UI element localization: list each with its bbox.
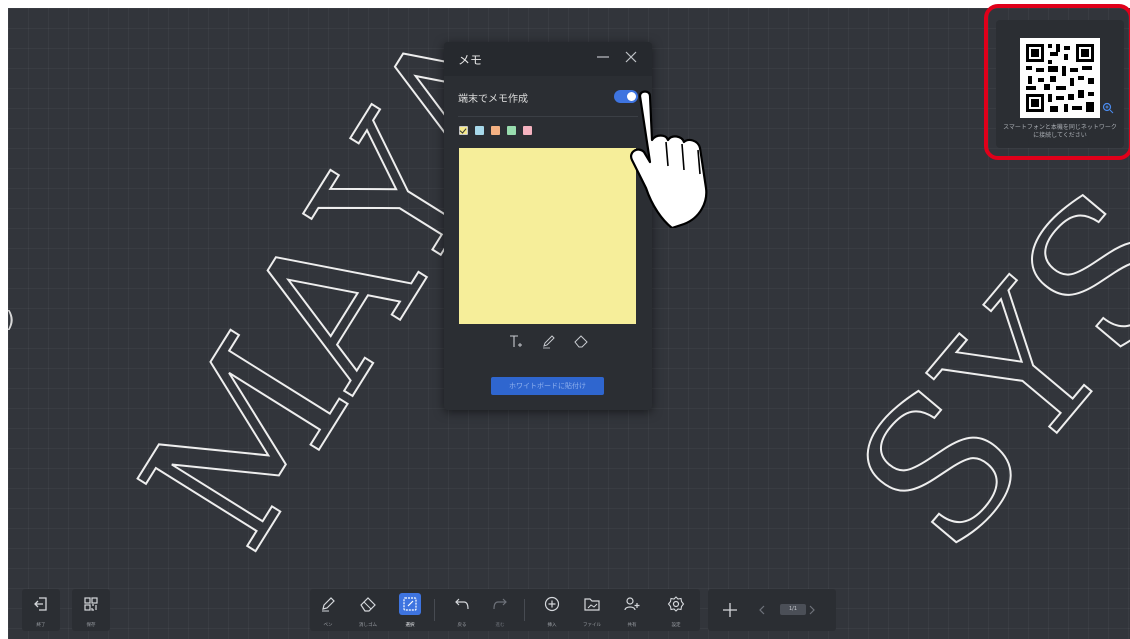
save-button[interactable]: 保存 bbox=[73, 589, 109, 631]
main-toolbar: ペン 消しゴム 選択 戻る 進む 挿入 ファイル 共有 設定 bbox=[310, 589, 700, 631]
highlight-frame bbox=[984, 4, 1130, 160]
pen-label: ペン bbox=[323, 623, 333, 628]
exit-label: 終了 bbox=[36, 623, 46, 628]
memo-tools bbox=[508, 334, 589, 349]
settings-label: 設定 bbox=[671, 623, 681, 628]
text-tool-icon[interactable] bbox=[508, 334, 523, 349]
chevron-right-icon[interactable] bbox=[808, 605, 816, 615]
settings-button[interactable]: 設定 bbox=[658, 589, 694, 631]
save-icon bbox=[84, 597, 98, 611]
memo-header: メモ bbox=[444, 42, 652, 76]
page-indicator: 1/1 bbox=[780, 604, 806, 615]
toolbar-separator bbox=[434, 599, 435, 621]
left-edge-mark: ) bbox=[6, 308, 15, 333]
undo-label: 戻る bbox=[457, 623, 467, 628]
swatch-green[interactable] bbox=[507, 126, 516, 135]
undo-button[interactable]: 戻る bbox=[444, 589, 480, 631]
sticky-note-canvas[interactable] bbox=[459, 148, 636, 324]
minimize-icon[interactable] bbox=[596, 50, 610, 64]
chevron-left-icon[interactable] bbox=[758, 605, 766, 615]
close-icon[interactable] bbox=[624, 50, 638, 64]
select-icon bbox=[403, 597, 417, 611]
pointing-hand-icon bbox=[630, 90, 708, 228]
share-button[interactable]: 共有 bbox=[614, 589, 650, 631]
swatch-blue[interactable] bbox=[475, 126, 484, 135]
pen-tool-icon[interactable] bbox=[541, 334, 556, 349]
file-button[interactable]: ファイル bbox=[574, 589, 610, 631]
eraser-icon bbox=[360, 597, 376, 612]
undo-icon bbox=[455, 598, 469, 610]
insert-button[interactable]: 挿入 bbox=[534, 589, 570, 631]
insert-label: 挿入 bbox=[547, 623, 557, 628]
add-user-icon bbox=[624, 597, 640, 611]
memo-title: メモ bbox=[458, 53, 483, 67]
exit-button[interactable]: 終了 bbox=[23, 589, 59, 631]
divider bbox=[458, 116, 638, 117]
share-label: 共有 bbox=[627, 623, 637, 628]
select-button[interactable]: 選択 bbox=[392, 589, 428, 631]
swatch-orange[interactable] bbox=[491, 126, 500, 135]
page-navigation: 1/1 bbox=[708, 589, 836, 631]
paste-to-whiteboard-button[interactable]: ホワイトボードに貼付け bbox=[491, 377, 604, 395]
device-memo-toggle-label: 端末でメモ作成 bbox=[458, 94, 528, 105]
toolbar-separator bbox=[524, 599, 525, 621]
pen-icon bbox=[322, 597, 335, 612]
add-page-icon[interactable] bbox=[722, 602, 738, 618]
eraser-button[interactable]: 消しゴム bbox=[350, 589, 386, 631]
eraser-tool-icon[interactable] bbox=[574, 334, 589, 349]
exit-icon bbox=[34, 597, 47, 611]
plus-circle-icon bbox=[544, 596, 560, 612]
file-label: ファイル bbox=[583, 623, 601, 628]
pen-button[interactable]: ペン bbox=[310, 589, 346, 631]
gear-icon bbox=[667, 596, 685, 612]
folder-icon bbox=[584, 598, 600, 611]
redo-icon bbox=[493, 598, 507, 610]
eraser-label: 消しゴム bbox=[359, 623, 377, 628]
swatch-yellow-selected[interactable] bbox=[459, 126, 468, 135]
save-label: 保存 bbox=[86, 623, 96, 628]
redo-label: 進む bbox=[495, 623, 505, 628]
select-label: 選択 bbox=[405, 623, 415, 628]
exit-group: 終了 bbox=[22, 589, 60, 631]
swatch-pink[interactable] bbox=[523, 126, 532, 135]
save-group: 保存 bbox=[72, 589, 110, 631]
redo-button[interactable]: 進む bbox=[482, 589, 518, 631]
color-swatches bbox=[459, 126, 532, 135]
